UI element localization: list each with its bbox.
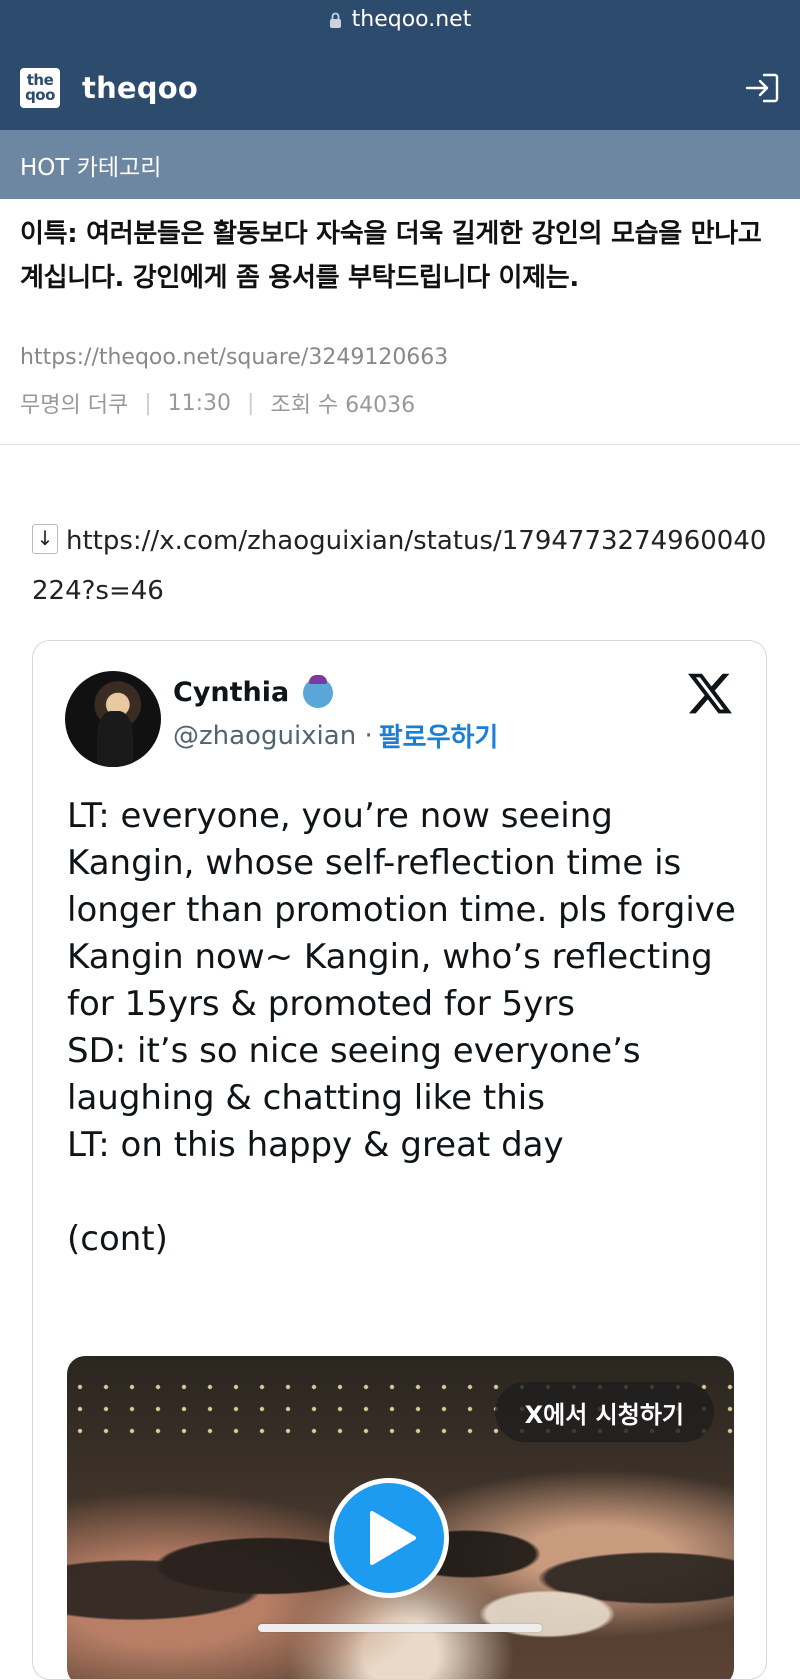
play-icon — [370, 1511, 416, 1565]
article-title: 이특: 여러분들은 활동보다 자숙을 더욱 길게한 강인의 모습을 만나고 계십… — [20, 219, 762, 293]
header-divider — [0, 444, 800, 445]
lock-icon — [329, 12, 341, 28]
author-display-name: Cynthia — [173, 677, 290, 708]
down-arrow-icon: ↓ — [32, 523, 58, 554]
site-branding-row: the qoo theqoo — [20, 66, 780, 110]
tweet-author-handle-row: @zhaoguixian · 팔로우하기 — [173, 717, 498, 754]
category-label: HOT 카테고리 — [20, 154, 162, 181]
article-author: 무명의 더쿠 — [20, 393, 129, 418]
browser-url-bar[interactable]: theqoo.net — [0, 0, 800, 38]
embed-link-text[interactable]: https://x.com/zhaoguixian/status/1794773… — [32, 526, 766, 606]
genie-emoji-icon — [303, 674, 334, 708]
category-bar[interactable]: HOT 카테고리 — [0, 130, 800, 199]
article-url[interactable]: https://theqoo.net/square/3249120663 — [20, 345, 448, 370]
avatar[interactable] — [65, 671, 161, 767]
watch-on-x-button[interactable]: X에서 시청하기 — [494, 1382, 714, 1442]
logo-text-bottom: qoo — [25, 86, 55, 104]
tweet-embed-card[interactable]: Cynthia @zhaoguixian · 팔로우하기 LT: everyon… — [32, 640, 767, 1680]
home-indicator[interactable] — [258, 1624, 542, 1632]
site-header: theqoo.net the qoo theqoo — [0, 0, 800, 130]
embed-source-link[interactable]: ↓ https://x.com/zhaoguixian/status/179477… — [32, 516, 772, 616]
meta-divider: | — [144, 390, 152, 416]
site-name[interactable]: theqoo — [82, 71, 198, 105]
site-logo[interactable]: the qoo — [20, 68, 60, 108]
meta-divider: | — [247, 390, 255, 416]
tweet-text: LT: everyone, you’re now seeing Kangin, … — [67, 796, 736, 1259]
follow-button[interactable]: 팔로우하기 — [379, 717, 499, 754]
browser-url-text: theqoo.net — [351, 6, 472, 32]
tweet-author-name[interactable]: Cynthia — [173, 674, 334, 708]
author-handle[interactable]: @zhaoguixian · — [173, 721, 373, 751]
x-logo-icon[interactable] — [688, 671, 732, 715]
login-icon[interactable] — [744, 72, 780, 104]
play-button[interactable] — [329, 1478, 449, 1598]
article-time: 11:30 — [167, 390, 232, 416]
article-views: 조회 수 64036 — [270, 393, 416, 418]
avatar-figure — [97, 711, 133, 767]
article-meta: 무명의 더쿠 | 11:30 | 조회 수 64036 — [20, 387, 415, 419]
